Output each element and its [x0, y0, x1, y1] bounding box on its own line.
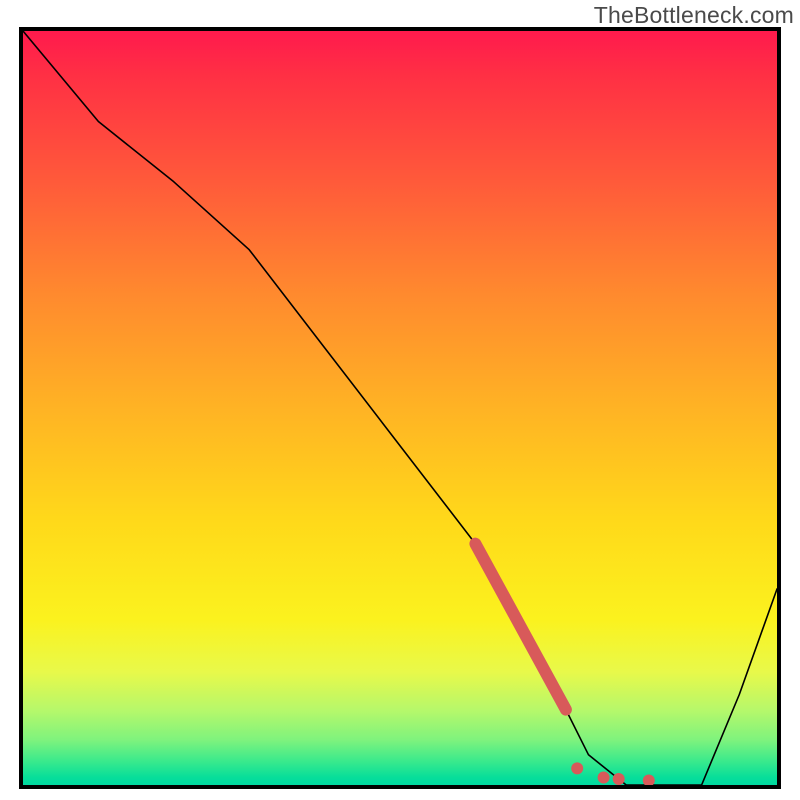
bottleneck-curve — [23, 31, 777, 785]
watermark-text: TheBottleneck.com — [594, 2, 794, 29]
accent-dot-2 — [613, 773, 625, 785]
chart-canvas: TheBottleneck.com — [0, 0, 800, 800]
plot-frame — [19, 27, 781, 789]
plot-area — [23, 31, 777, 785]
accent-segment — [475, 544, 566, 710]
plot-svg — [23, 31, 777, 785]
accent-dot-3 — [643, 775, 655, 786]
accent-dot-0 — [571, 762, 583, 774]
accent-dot-1 — [598, 772, 610, 784]
